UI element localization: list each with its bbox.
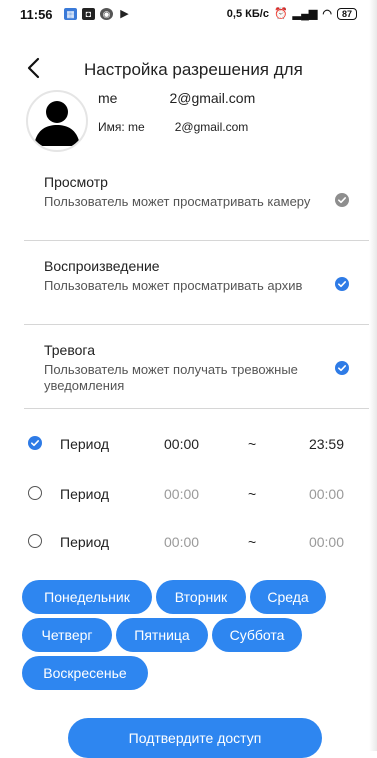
period-separator: ~ [248, 486, 257, 502]
settings-notification-icon: ◉ [100, 8, 113, 20]
permission-title: Тревога [44, 342, 95, 358]
period-end-time[interactable]: 00:00 [309, 486, 344, 502]
day-chip-thursday[interactable]: Четверг [22, 618, 112, 652]
day-chip-sunday[interactable]: Воскресенье [22, 656, 148, 690]
user-name-short: me [98, 90, 118, 106]
permission-view[interactable]: Просмотр Пользователь может просматриват… [24, 156, 369, 241]
status-right: 0,5 КБ/с ⏰ ▂▄▆ ◠ 87 [227, 7, 357, 20]
header: Настройка разрешения для [0, 50, 377, 90]
period-separator: ~ [248, 436, 257, 452]
page-title: Настройка разрешения для [84, 60, 303, 79]
chevron-left-icon [27, 57, 40, 79]
check-icon[interactable] [335, 361, 349, 375]
permission-playback[interactable]: Воспроизведение Пользователь может просм… [24, 240, 369, 325]
user-name-prefix: Имя: me [98, 120, 145, 134]
period-start-time[interactable]: 00:00 [164, 486, 199, 502]
user-name-line: Имя: me 2@gmail.com [98, 120, 248, 134]
permission-description: Пользователь может просматривать архив [44, 278, 303, 293]
user-email: 2@gmail.com [169, 90, 256, 106]
check-icon[interactable] [335, 193, 349, 207]
day-chip-saturday[interactable]: Суббота [212, 618, 302, 652]
status-time: 11:56 [20, 7, 53, 22]
day-chip-wednesday[interactable]: Среда [250, 580, 326, 614]
wifi-icon: ◠ [322, 8, 332, 20]
radio-unselected-icon[interactable] [28, 534, 42, 548]
period-row: Период 00:00 ~ 00:00 [0, 526, 377, 556]
user-name-email: 2@gmail.com [174, 120, 249, 134]
period-label: Период [60, 486, 110, 502]
day-chip-tuesday[interactable]: Вторник [156, 580, 246, 614]
period-label: Период [60, 436, 110, 452]
period-start-time[interactable]: 00:00 [164, 436, 199, 452]
status-bar: 11:56 ▦ ◘ ◉ ▶ 0,5 КБ/с ⏰ ▂▄▆ ◠ 87 [0, 0, 377, 30]
frame-edge [369, 0, 377, 751]
permission-alarm[interactable]: Тревога Пользователь может получать трев… [24, 324, 369, 409]
back-button[interactable] [24, 56, 44, 80]
period-label: Период [60, 534, 110, 550]
period-row: Период 00:00 ~ 23:59 [0, 428, 377, 458]
confirm-access-button[interactable]: Подтвердите доступ [68, 718, 322, 758]
period-separator: ~ [248, 534, 257, 550]
message-notification-icon: ◘ [82, 8, 95, 20]
period-row: Период 00:00 ~ 00:00 [0, 478, 377, 508]
day-chip-friday[interactable]: Пятница [116, 618, 208, 652]
permission-title: Просмотр [44, 174, 108, 190]
avatar [26, 90, 88, 152]
user-email-line: me 2@gmail.com [98, 90, 255, 106]
app-notification-icon: ▦ [64, 8, 77, 20]
notification-icons: ▦ ◘ ◉ ▶ [64, 8, 131, 20]
period-end-time[interactable]: 00:00 [309, 534, 344, 550]
check-icon[interactable] [335, 277, 349, 291]
day-chip-monday[interactable]: Понедельник [22, 580, 152, 614]
battery-icon: 87 [336, 7, 357, 20]
alarm-icon: ⏰ [273, 8, 288, 20]
radio-selected-icon[interactable] [28, 436, 42, 450]
user-avatar-icon [34, 101, 80, 146]
period-end-time[interactable]: 23:59 [309, 436, 344, 452]
network-speed: 0,5 КБ/с [226, 7, 269, 20]
signal-icon: ▂▄▆ [292, 8, 318, 20]
period-start-time[interactable]: 00:00 [164, 534, 199, 550]
radio-unselected-icon[interactable] [28, 486, 42, 500]
permission-title: Воспроизведение [44, 258, 160, 274]
play-notification-icon: ▶ [120, 8, 129, 20]
permission-description: Пользователь может получать тревожные ув… [44, 362, 298, 393]
permission-description: Пользователь может просматривать камеру [44, 194, 311, 209]
